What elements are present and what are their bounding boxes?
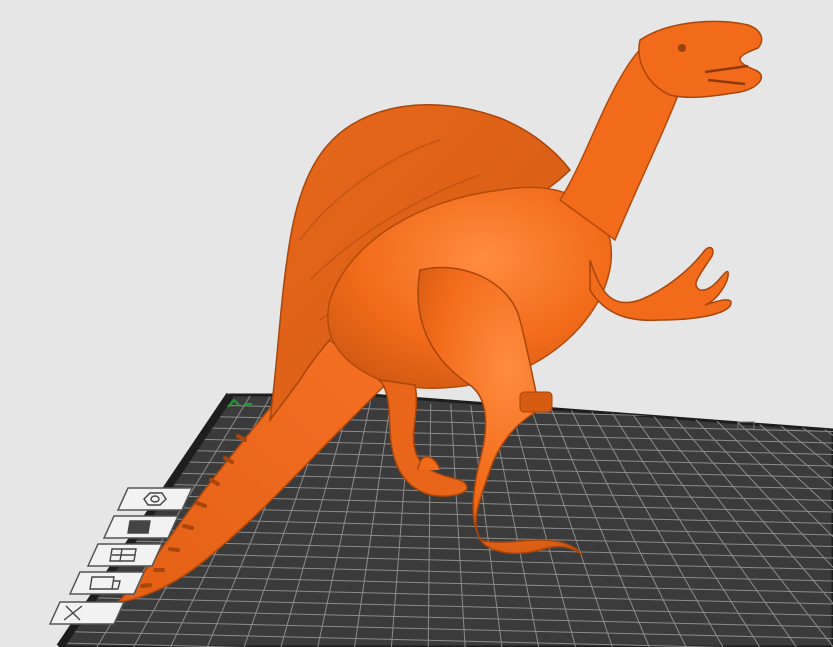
close-view-button[interactable] [48,601,126,625]
view-front-button[interactable] [102,515,180,539]
model-head [638,20,763,99]
view-side-button[interactable] [68,571,146,595]
3d-viewport[interactable] [0,0,833,647]
view-top-button[interactable] [86,543,164,567]
scene-canvas[interactable] [0,0,833,647]
view-iso-button[interactable] [116,487,194,511]
view-front-icon [127,520,151,534]
